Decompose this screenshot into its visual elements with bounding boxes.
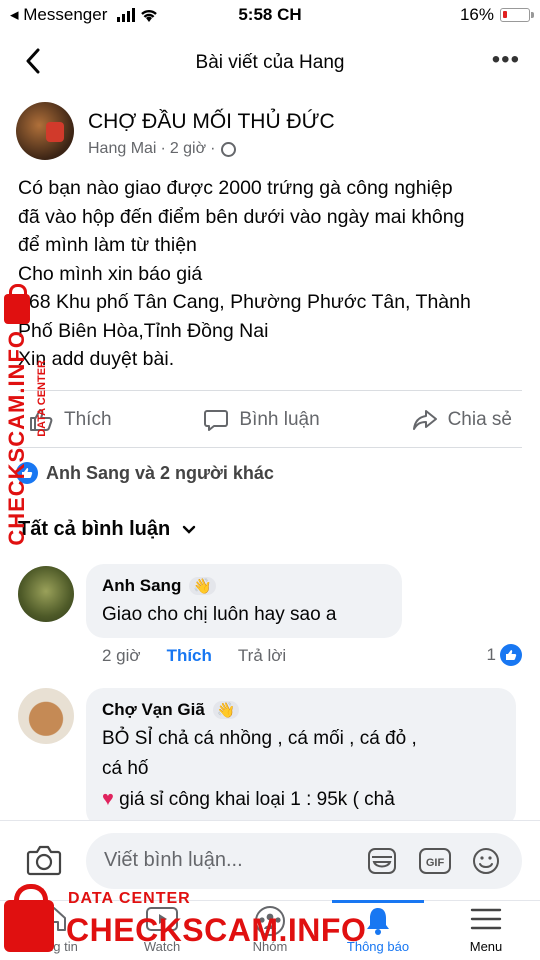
group-avatar[interactable] <box>16 102 74 160</box>
avatar-sticker-icon <box>368 848 396 874</box>
wave-badge-icon: 👋 <box>212 701 240 719</box>
comment-line-row: ♥ giá sỉ công khai loại 1 : 95k ( chả <box>102 784 500 815</box>
comment-like-count[interactable]: 1 <box>487 644 522 666</box>
post-line: đã vào hộp đến điểm bên dưới vào ngày ma… <box>18 205 465 228</box>
comment-line: giá sỉ công khai loại 1 : 95k ( chả <box>119 789 395 810</box>
post-line: Có bạn nào giao được 2000 trứng gà công … <box>18 177 453 199</box>
watermark-lock-icon <box>4 284 30 324</box>
battery-percent: 16% <box>459 5 494 24</box>
tab-menu[interactable]: Menu <box>432 901 540 960</box>
author-name[interactable]: Hang Mai <box>88 140 156 158</box>
page-title: Bài viết của Hang <box>195 52 345 73</box>
post-header: Bài viết của Hang ••• <box>0 30 540 94</box>
comment-time: 2 giờ <box>102 646 141 665</box>
comments-filter-label[interactable]: Tất cả bình luận <box>18 518 170 541</box>
post-actions: Thích Bình luận Chia sẻ <box>18 395 522 445</box>
comment-like-button[interactable]: Thích <box>167 646 212 666</box>
like-reaction-icon <box>500 644 522 666</box>
meta-separator: · <box>160 140 166 157</box>
menu-icon <box>470 908 502 930</box>
comment-icon <box>204 410 229 431</box>
more-options-button[interactable]: ••• <box>492 46 520 74</box>
commenter-avatar[interactable] <box>18 688 74 744</box>
globe-icon <box>221 141 237 157</box>
watermark-vertical: CHECKSCAM.INFO <box>4 330 29 546</box>
comment-placeholder[interactable]: Viết bình luận... <box>104 849 243 872</box>
commenter-avatar[interactable] <box>18 566 74 622</box>
post-line: Cho mình xin báo giá <box>18 262 203 285</box>
watermark-lock-icon <box>4 884 54 952</box>
post-author-block: CHỢ ĐẦU MỐI THỦ ĐỨC Hang Mai · 2 giờ · <box>16 100 526 168</box>
comment-reply-button[interactable]: Trả lời <box>238 646 286 666</box>
post-time[interactable]: 2 giờ <box>170 140 206 158</box>
post-text: Có bạn nào giao được 2000 trứng gà công … <box>18 174 528 374</box>
commenter-name[interactable]: Anh Sang <box>102 576 181 596</box>
divider <box>18 390 522 391</box>
camera-button[interactable] <box>26 843 62 882</box>
commenter-name[interactable]: Chợ Vạn Giã <box>102 700 205 720</box>
tab-label[interactable]: Menu <box>470 939 503 954</box>
share-label[interactable]: Chia sẻ <box>448 409 512 431</box>
emoji-button[interactable] <box>470 846 502 881</box>
comment-line: BỎ SỈ chả cá nhồng , cá mối , cá đỏ , <box>102 728 417 749</box>
comment-button[interactable]: Bình luận <box>193 407 329 433</box>
like-count: 1 <box>486 645 496 664</box>
comment-text: BỎ SỈ chả cá nhồng , cá mối , cá đỏ , cá… <box>102 724 500 815</box>
like-button[interactable]: Thích <box>18 407 122 433</box>
comment-text: Giao cho chị luôn hay sao a <box>102 604 337 625</box>
comment-composer: Viết bình luận... GIF <box>0 820 540 900</box>
watermark-bottom: DATA CENTER CHECKSCAM.INFO <box>4 884 366 956</box>
emoji-icon <box>473 848 499 874</box>
comment-meta: 2 giờ Thích Trả lời <box>102 646 286 666</box>
meta-separator-2: · <box>210 140 216 157</box>
comments-filter[interactable]: Tất cả bình luận <box>18 518 196 541</box>
share-button[interactable]: Chia sẻ <box>402 407 522 433</box>
watermark-vertical-small: DATA CENTER <box>36 360 48 437</box>
share-icon <box>412 410 437 430</box>
watermark-big-text: CHECKSCAM.INFO <box>66 912 367 948</box>
reactions-text[interactable]: Anh Sang và 2 người khác <box>46 463 274 484</box>
comment-label[interactable]: Bình luận <box>239 409 319 431</box>
comment-line: cá hố <box>102 758 149 779</box>
wave-badge-icon: 👋 <box>189 577 217 595</box>
commenter-name-row: Chợ Vạn Giã 👋 <box>102 700 500 720</box>
gif-icon: GIF <box>419 848 451 874</box>
battery-icon <box>500 8 534 22</box>
status-bar: ◂ Messenger 5:58 CH 16% <box>0 0 540 30</box>
camera-icon <box>26 845 62 876</box>
post-line: Xin add duyệt bài. <box>18 348 175 370</box>
avatar-sticker-button[interactable] <box>366 846 398 881</box>
post-meta: Hang Mai · 2 giờ · <box>88 140 237 158</box>
comment-input[interactable]: Viết bình luận... GIF <box>86 833 522 889</box>
divider <box>18 447 522 448</box>
comment-bubble: Chợ Vạn Giã 👋 BỎ SỈ chả cá nhồng , cá mố… <box>86 688 516 828</box>
post-line: 568 Khu phố Tân Cang, Phường Phước Tân, … <box>18 291 471 313</box>
comment-bubble: Anh Sang 👋 Giao cho chị luôn hay sao a <box>86 564 402 638</box>
bell-icon <box>367 908 389 935</box>
chevron-down-icon <box>183 525 196 534</box>
heart-icon: ♥ <box>102 788 114 810</box>
reactions-summary[interactable]: Anh Sang và 2 người khác <box>16 462 274 484</box>
commenter-name-row: Anh Sang 👋 <box>102 576 386 596</box>
post-line: để mình làm từ thiện <box>18 234 197 256</box>
watermark-small-text: DATA CENTER <box>68 890 191 907</box>
group-name[interactable]: CHỢ ĐẦU MỐI THỦ ĐỨC <box>88 110 335 134</box>
post-line: Phố Biên Hòa,Tỉnh Đồng Nai <box>18 319 269 342</box>
gif-button[interactable]: GIF <box>418 846 452 881</box>
like-label[interactable]: Thích <box>64 409 112 431</box>
svg-text:GIF: GIF <box>426 857 445 869</box>
